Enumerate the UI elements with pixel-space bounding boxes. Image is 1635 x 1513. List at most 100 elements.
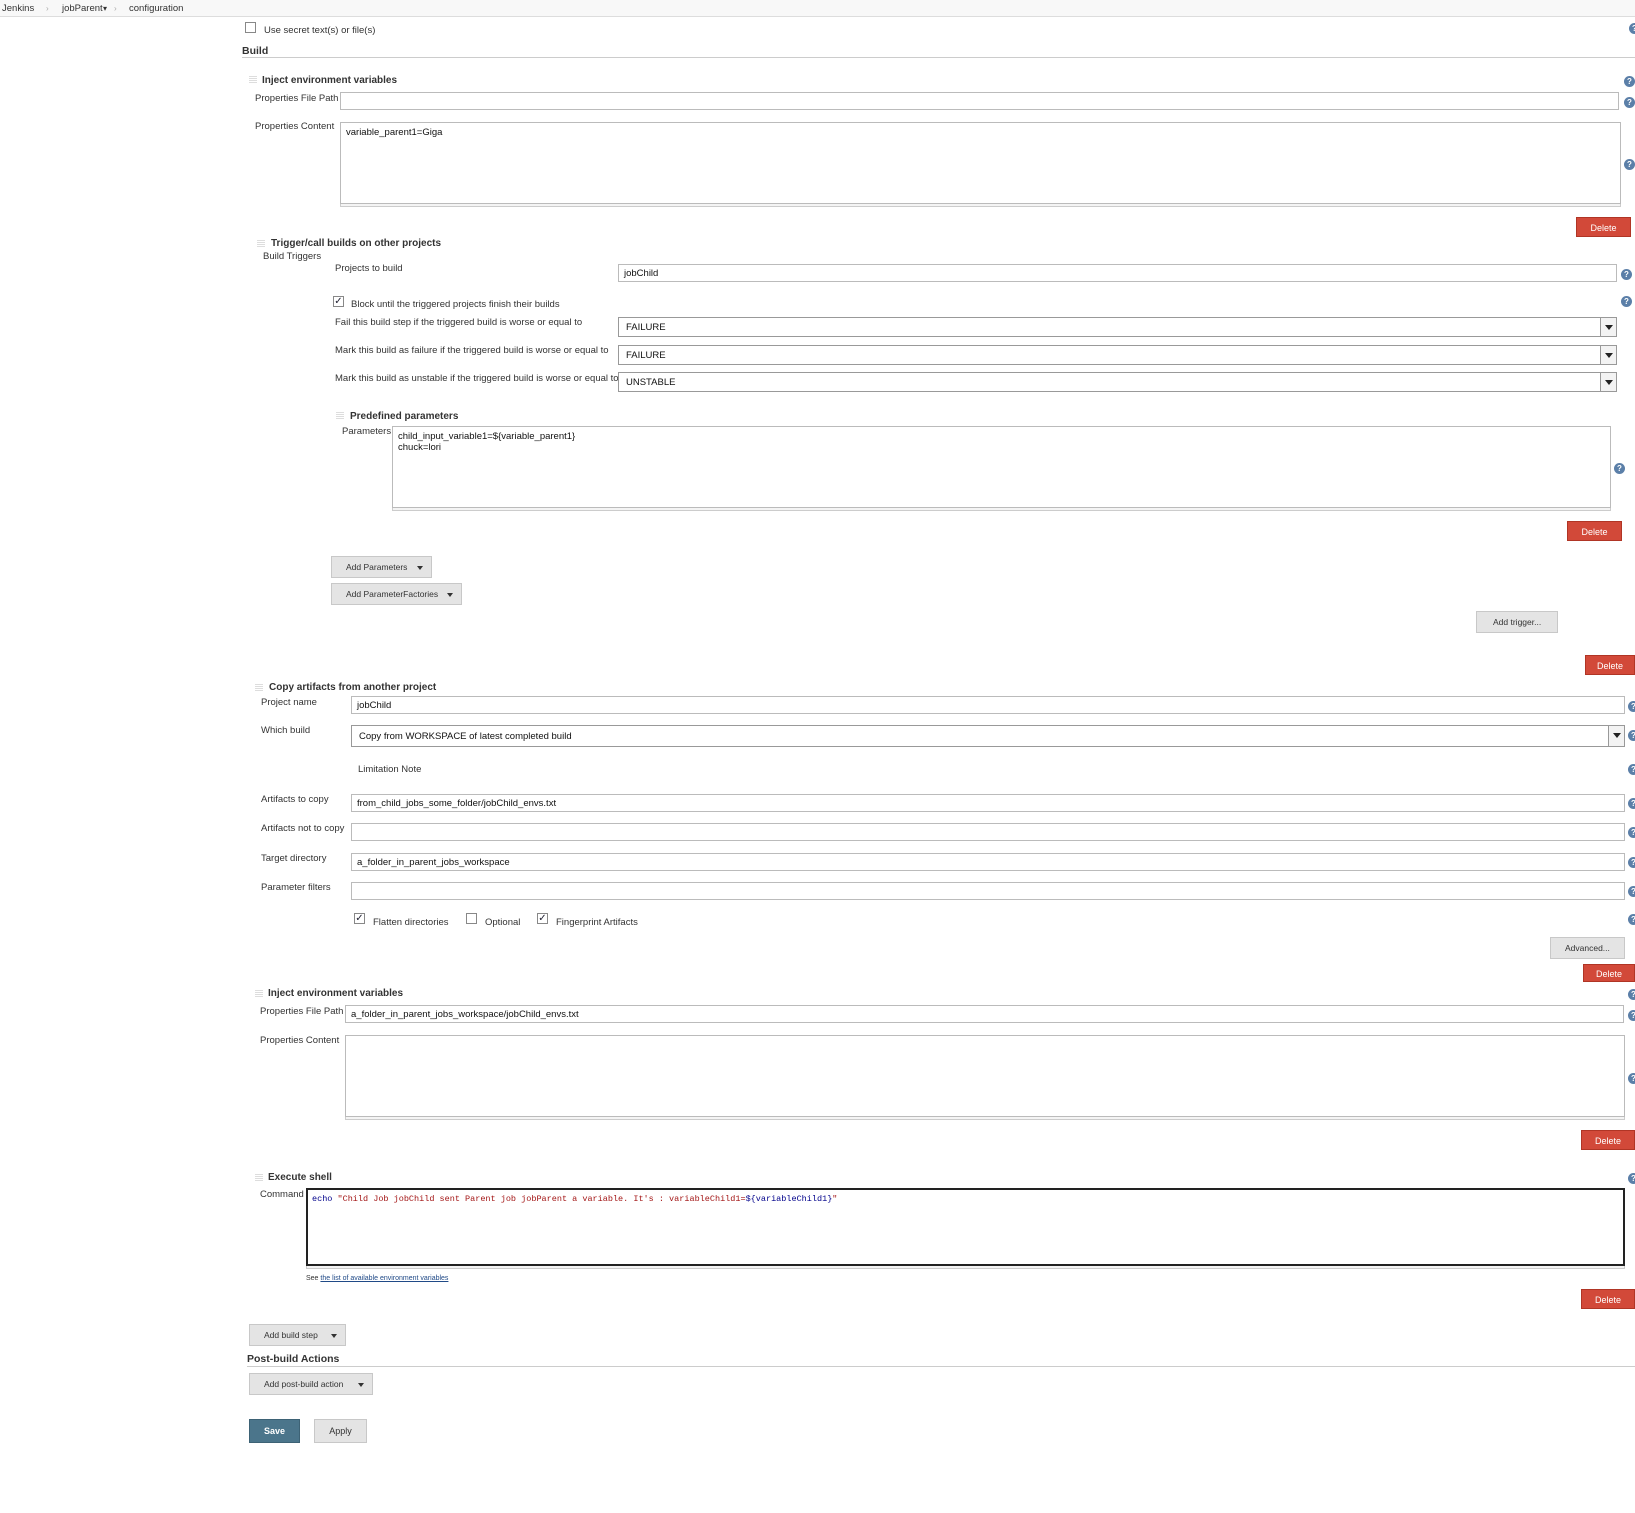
add-parameter-factories-label: Add ParameterFactories <box>346 589 439 599</box>
advanced-button[interactable]: Advanced... <box>1550 937 1625 959</box>
breadcrumb-separator: › <box>114 4 117 13</box>
help-icon[interactable]: ? <box>1628 989 1635 1000</box>
cmd-string: "Child Job jobChild sent Parent job jobP… <box>332 1194 746 1204</box>
section-divider <box>242 57 1635 58</box>
mark-failure-select[interactable]: FAILURE <box>618 345 1617 365</box>
optional-checkbox[interactable] <box>466 913 477 924</box>
help-icon[interactable]: ? <box>1628 857 1635 868</box>
breadcrumb-jenkins[interactable]: Jenkins <box>2 3 34 14</box>
secret-checkbox[interactable] <box>245 22 256 33</box>
env-vars-link[interactable]: the list of available environment variab… <box>320 1275 448 1282</box>
help-icon[interactable]: ? <box>1629 23 1635 34</box>
mark-unstable-value: UNSTABLE <box>626 377 676 388</box>
which-build-select[interactable]: Copy from WORKSPACE of latest completed … <box>351 725 1625 747</box>
add-parameter-factories-button[interactable]: Add ParameterFactories <box>331 583 462 605</box>
help-icon[interactable]: ? <box>1628 1073 1635 1084</box>
which-build-label: Which build <box>261 725 311 736</box>
fingerprint-artifacts-checkbox[interactable]: ✓ <box>537 913 548 924</box>
help-icon[interactable]: ? <box>1628 1010 1635 1021</box>
parameters-textarea[interactable]: child_input_variable1=${variable_parent1… <box>392 426 1611 508</box>
artifacts-to-copy-input[interactable]: from_child_jobs_some_folder/jobChild_env… <box>351 794 1625 812</box>
projects-to-build-label: Projects to build <box>335 263 403 274</box>
drag-handle-icon[interactable] <box>336 412 344 420</box>
cmd-echo: echo <box>312 1194 333 1204</box>
add-parameters-button[interactable]: Add Parameters <box>331 556 432 578</box>
inject1-path-input[interactable] <box>340 92 1619 110</box>
artifacts-not-to-copy-input[interactable] <box>351 823 1625 841</box>
which-build-value: Copy from WORKSPACE of latest completed … <box>359 731 572 742</box>
chevron-down-icon <box>417 566 423 570</box>
textarea-resize-bar[interactable] <box>306 1266 1625 1269</box>
help-icon[interactable]: ? <box>1614 463 1625 474</box>
command-textarea[interactable]: echo "Child Job jobChild sent Parent job… <box>306 1188 1625 1266</box>
fingerprint-artifacts-label: Fingerprint Artifacts <box>556 917 638 928</box>
inject2-delete-button[interactable]: Delete <box>1581 1130 1635 1150</box>
add-post-build-action-label: Add post-build action <box>264 1379 344 1389</box>
textarea-resize-bar[interactable] <box>340 204 1621 207</box>
chevron-down-icon <box>1600 346 1616 364</box>
help-icon[interactable]: ? <box>1628 730 1635 741</box>
project-name-input[interactable]: jobChild <box>351 696 1625 714</box>
post-build-title: Post-build Actions <box>247 1353 340 1365</box>
chevron-down-icon[interactable]: ▾ <box>103 4 107 13</box>
parameter-filters-input[interactable] <box>351 882 1625 900</box>
trigger-delete-button[interactable]: Delete <box>1585 655 1635 675</box>
inject2-path-input[interactable]: a_folder_in_parent_jobs_workspace/jobChi… <box>345 1005 1624 1023</box>
add-build-step-button[interactable]: Add build step <box>249 1324 346 1346</box>
build-section-title: Build <box>242 45 269 57</box>
projects-to-build-input[interactable]: jobChild <box>618 264 1617 282</box>
chevron-down-icon <box>1600 318 1616 336</box>
copy-title: Copy artifacts from another project <box>269 682 437 693</box>
help-icon[interactable]: ? <box>1628 827 1635 838</box>
chevron-down-icon <box>1600 373 1616 391</box>
target-directory-label: Target directory <box>261 853 327 864</box>
help-icon[interactable]: ? <box>1621 296 1632 307</box>
fail-step-select[interactable]: FAILURE <box>618 317 1617 337</box>
target-directory-input[interactable]: a_folder_in_parent_jobs_workspace <box>351 853 1625 871</box>
flatten-directories-checkbox[interactable]: ✓ <box>354 913 365 924</box>
breadcrumb-configuration[interactable]: configuration <box>129 3 183 14</box>
mark-unstable-label: Mark this build as unstable if the trigg… <box>335 373 619 384</box>
help-icon[interactable]: ? <box>1628 764 1635 775</box>
help-icon[interactable]: ? <box>1628 701 1635 712</box>
apply-button[interactable]: Apply <box>314 1419 367 1443</box>
help-icon[interactable]: ? <box>1628 1173 1635 1184</box>
predefined-delete-button[interactable]: Delete <box>1567 521 1622 541</box>
breadcrumb-separator: › <box>46 4 49 13</box>
inject1-title: Inject environment variables <box>262 75 398 86</box>
see-text: See <box>306 1275 319 1282</box>
block-until-finish-checkbox[interactable]: ✓ <box>333 296 344 307</box>
help-icon[interactable]: ? <box>1624 76 1635 87</box>
drag-handle-icon[interactable] <box>255 684 263 692</box>
inject1-delete-button[interactable]: Delete <box>1576 217 1631 237</box>
help-icon[interactable]: ? <box>1628 914 1635 925</box>
add-post-build-action-button[interactable]: Add post-build action <box>249 1373 373 1395</box>
inject1-content-textarea[interactable]: variable_parent1=Giga <box>340 122 1621 204</box>
textarea-resize-bar[interactable] <box>345 1117 1625 1120</box>
save-button[interactable]: Save <box>249 1419 300 1443</box>
help-icon[interactable]: ? <box>1624 97 1635 108</box>
shell-delete-button[interactable]: Delete <box>1581 1289 1635 1309</box>
help-icon[interactable]: ? <box>1621 269 1632 280</box>
add-trigger-button[interactable]: Add trigger... <box>1476 611 1558 633</box>
textarea-resize-bar[interactable] <box>392 508 1611 511</box>
drag-handle-icon[interactable] <box>257 240 265 248</box>
chevron-down-icon <box>358 1383 364 1387</box>
breadcrumb-jobparent[interactable]: jobParent <box>62 3 103 14</box>
copy-delete-button[interactable]: Delete <box>1583 964 1635 982</box>
inject1-path-label: Properties File Path <box>255 93 339 104</box>
help-icon[interactable]: ? <box>1624 159 1635 170</box>
mark-unstable-select[interactable]: UNSTABLE <box>618 372 1617 392</box>
inject2-content-textarea[interactable] <box>345 1035 1625 1117</box>
shell-title: Execute shell <box>268 1172 332 1183</box>
add-build-step-label: Add build step <box>264 1330 318 1340</box>
help-icon[interactable]: ? <box>1628 798 1635 809</box>
block-until-finish-label: Block until the triggered projects finis… <box>351 299 560 310</box>
drag-handle-icon[interactable] <box>255 990 263 998</box>
artifacts-to-copy-label: Artifacts to copy <box>261 794 329 805</box>
help-icon[interactable]: ? <box>1628 886 1635 897</box>
drag-handle-icon[interactable] <box>249 76 257 84</box>
secret-label: Use secret text(s) or file(s) <box>264 25 376 36</box>
project-name-label: Project name <box>261 697 317 708</box>
drag-handle-icon[interactable] <box>255 1174 263 1182</box>
